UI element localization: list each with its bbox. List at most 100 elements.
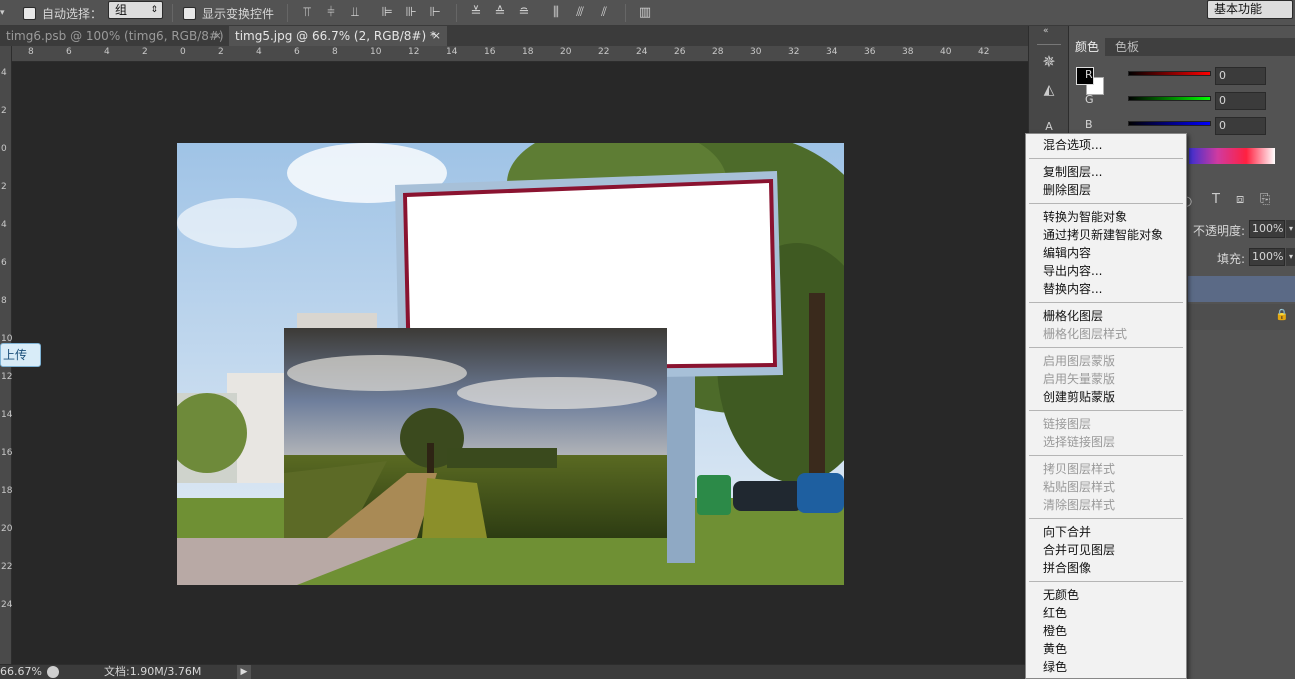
distribute-right-icon[interactable]: ⫽ <box>595 4 613 22</box>
context-menu-item[interactable]: 复制图层... <box>1043 163 1102 181</box>
align-hcenter-icon[interactable]: ⊪ <box>402 4 420 22</box>
distribute-bottom-icon[interactable]: ≘ <box>515 4 533 22</box>
distribute-hcenter-icon[interactable]: ⫻ <box>571 4 589 22</box>
auto-select-value: 组 <box>115 3 128 17</box>
ruler-tick-label: 2 <box>1 106 7 116</box>
ruler-tick-label: 40 <box>940 47 952 57</box>
context-menu-item: 启用图层蒙版 <box>1043 354 1116 368</box>
divider <box>172 4 173 22</box>
ruler-tick-label: 6 <box>294 47 300 57</box>
menu-separator <box>1029 518 1183 519</box>
tab-timg6[interactable]: timg6.psb @ 100% (timg6, RGB/8#) × <box>0 26 228 46</box>
align-bottom-icon[interactable]: ⫫ <box>346 4 364 22</box>
menu-separator <box>1029 347 1183 348</box>
color-spectrum[interactable] <box>1189 148 1275 164</box>
ruler-tick-label: 14 <box>1 410 13 420</box>
collapse-icon[interactable]: « <box>1043 26 1049 36</box>
blue-slider[interactable] <box>1128 121 1211 126</box>
red-slider[interactable] <box>1128 71 1211 76</box>
align-vcenter-icon[interactable]: ⫩ <box>322 4 340 22</box>
context-menu-item[interactable]: 无颜色 <box>1043 586 1079 604</box>
ruler-tick-label: 26 <box>674 47 686 57</box>
distribute-vcenter-icon[interactable]: ≙ <box>491 4 509 22</box>
workspace-switcher[interactable]: 基本功能 <box>1207 0 1293 19</box>
divider <box>287 4 288 22</box>
align-left-icon[interactable]: ⊫ <box>378 4 396 22</box>
red-label: R <box>1085 68 1093 81</box>
ruler-tick-label: 0 <box>180 47 186 57</box>
align-top-icon[interactable]: ⫪ <box>298 4 316 22</box>
blue-label: B <box>1085 118 1093 131</box>
opacity-label: 不透明度: <box>1193 224 1246 238</box>
red-value-input[interactable]: 0 <box>1215 67 1266 85</box>
tab-timg5[interactable]: timg5.jpg @ 66.7% (2, RGB/8#) * × <box>229 26 447 46</box>
context-menu-item[interactable]: 黄色 <box>1043 640 1067 658</box>
distribute-left-icon[interactable]: ⫼ <box>547 4 565 22</box>
ruler-tick-label: 20 <box>1 524 13 534</box>
context-menu-item[interactable]: 删除图层 <box>1043 181 1091 199</box>
close-icon[interactable]: × <box>432 26 441 46</box>
ruler-tick-label: 22 <box>1 562 13 572</box>
distribute-top-icon[interactable]: ≚ <box>467 4 485 22</box>
fill-input[interactable]: 100% <box>1249 248 1285 266</box>
context-menu-item[interactable]: 导出内容... <box>1043 262 1102 280</box>
context-menu-item[interactable]: 拼合图像 <box>1043 559 1091 577</box>
show-transform-checkbox[interactable] <box>183 0 196 26</box>
ruler-tick-label: 4 <box>1 68 7 78</box>
align-right-icon[interactable]: ⊩ <box>426 4 444 22</box>
fill-dropdown-icon[interactable]: ▾ <box>1286 248 1295 266</box>
upload-button[interactable]: 上传 <box>0 343 41 367</box>
context-menu-item[interactable]: 向下合并 <box>1043 523 1091 541</box>
red-slider-row: R 0 <box>1069 66 1295 86</box>
auto-select-dropdown[interactable]: 组 ⇕ <box>108 1 163 19</box>
document-info: 文档:1.90M/3.76M <box>104 665 202 678</box>
auto-align-icon[interactable]: ▥ <box>636 4 654 22</box>
ruler-tick-label: 20 <box>560 47 572 57</box>
context-menu-item[interactable]: 转换为智能对象 <box>1043 208 1127 226</box>
opacity-input[interactable]: 100% <box>1249 220 1285 238</box>
context-menu-item[interactable]: 橙色 <box>1043 622 1067 640</box>
ruler-tick-label: 8 <box>1 296 7 306</box>
green-slider[interactable] <box>1128 96 1211 101</box>
ruler-tick-label: 0 <box>1 144 7 154</box>
context-menu-item[interactable]: 合并可见图层 <box>1043 541 1115 559</box>
filter-smart-object-icon[interactable]: ⎘ <box>1260 192 1270 207</box>
upload-label: 上传 <box>3 348 28 362</box>
tab-swatches[interactable]: 色板 <box>1109 38 1145 56</box>
context-menu-item: 启用矢量蒙版 <box>1043 372 1116 386</box>
ruler-tick-label: 38 <box>902 47 914 57</box>
selected-layer-row[interactable] <box>1188 276 1295 302</box>
play-icon[interactable]: ▶ <box>237 665 251 679</box>
ruler-tick-label: 2 <box>218 47 224 57</box>
tool-preset-dropdown-icon[interactable]: ▾ <box>0 0 10 26</box>
zoom-level[interactable]: 66.67% <box>0 665 42 679</box>
navigator-icon[interactable]: ✵ <box>1039 52 1059 72</box>
horizontal-ruler: 8 6 4 2 0 2 4 6 8 10 12 14 16 18 20 22 24 26 28 30 32 34 36 38 4… <box>12 46 1028 62</box>
document-tabs: timg6.psb @ 100% (timg6, RGB/8#) × timg5… <box>0 26 1028 46</box>
opacity-dropdown-icon[interactable]: ▾ <box>1286 220 1295 238</box>
green-label: G <box>1085 93 1094 106</box>
context-menu-item[interactable]: 红色 <box>1043 604 1067 622</box>
lock-icon: 🔒 <box>1275 308 1289 321</box>
context-menu-item[interactable]: 创建剪贴蒙版 <box>1043 388 1115 406</box>
context-menu-item[interactable]: 通过拷贝新建智能对象 <box>1043 226 1163 244</box>
context-menu-item[interactable]: 绿色 <box>1043 658 1067 676</box>
ruler-tick-label: 34 <box>826 47 838 57</box>
ruler-tick-label: 10 <box>370 47 382 57</box>
context-menu-item[interactable]: 混合选项... <box>1043 136 1102 154</box>
menu-separator <box>1029 455 1183 456</box>
histogram-icon[interactable]: ◭ <box>1039 82 1059 102</box>
context-menu-item[interactable]: 替换内容... <box>1043 280 1102 298</box>
filter-shape-icon[interactable]: ⧈ <box>1236 192 1244 207</box>
options-bar: ▾ 自动选择： 组 ⇕ 显示变换控件 ⫪ ⫩ ⫫ ⊫ ⊪ ⊩ ≚ ≙ ≘ ⫼ ⫻… <box>0 0 1295 26</box>
blue-value-input[interactable]: 0 <box>1215 117 1266 135</box>
context-menu-item[interactable]: 栅格化图层 <box>1043 307 1103 325</box>
close-icon[interactable]: × <box>213 26 222 46</box>
tab-color[interactable]: 颜色 <box>1069 38 1106 56</box>
auto-select-checkbox[interactable] <box>23 0 36 26</box>
filter-type-icon[interactable]: T <box>1212 192 1220 207</box>
context-menu-item: 粘贴图层样式 <box>1043 480 1116 494</box>
context-menu-item[interactable]: 编辑内容 <box>1043 244 1091 262</box>
document-canvas[interactable] <box>177 143 844 585</box>
green-value-input[interactable]: 0 <box>1215 92 1266 110</box>
